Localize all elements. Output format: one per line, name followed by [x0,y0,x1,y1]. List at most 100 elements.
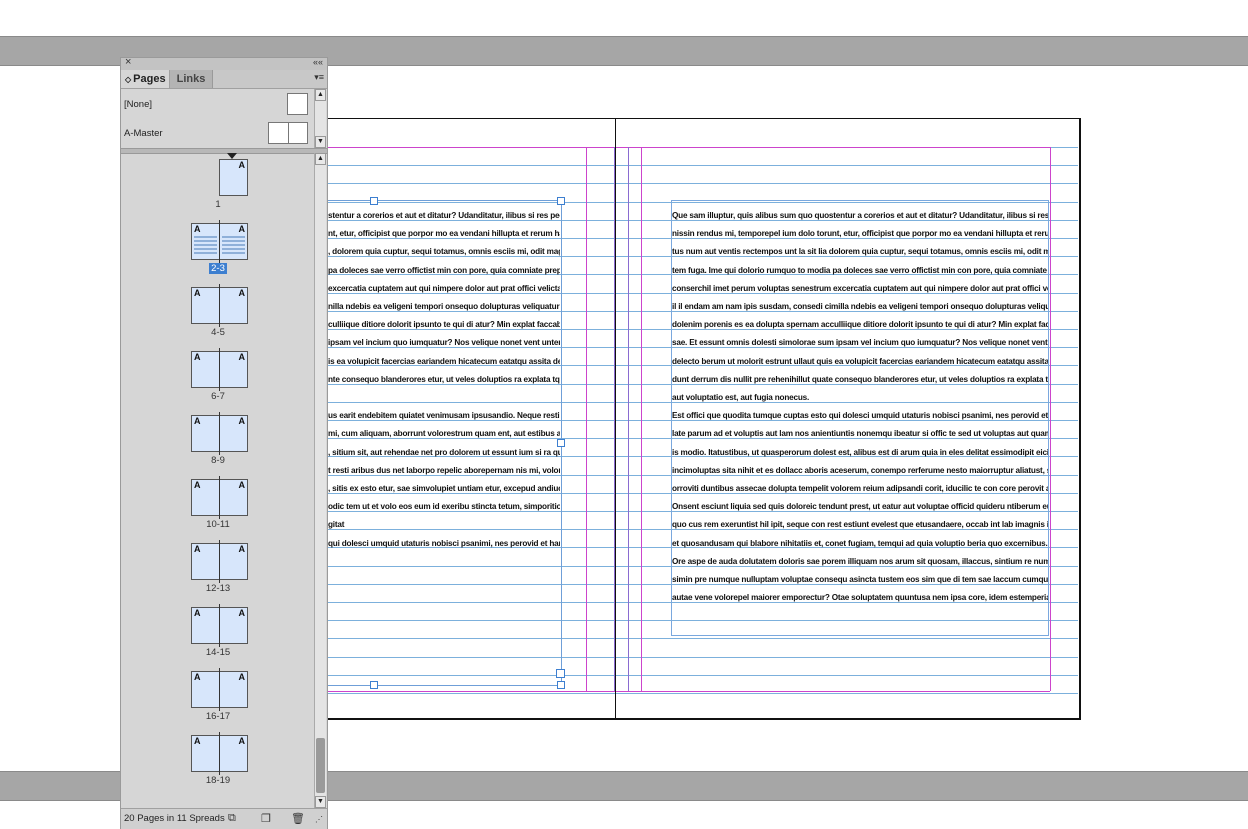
text-line: delecto berum ut molorit estrunt ullaut … [672,356,1048,366]
text-line: conserchil imet perum voluptas senestrum… [672,283,1048,293]
spread-item-1[interactable]: A1 [121,159,315,223]
page-thumbnail[interactable]: AA [191,348,248,391]
page-number-label: 18-19 [121,775,315,786]
master-prefix-label: A [194,608,201,618]
document-spread[interactable]: stentur a corerios et aut et ditatur? Ud… [326,118,1081,720]
page-number-label: 4-5 [121,327,315,338]
text-line: t resti aribus dus net laborpo repelic a… [328,465,560,475]
text-line: , sitis ex esto etur, sae simvolupiet un… [328,484,560,493]
panel-menu-icon[interactable]: ▾≡ [314,72,324,83]
page-number-text: 16-17 [205,711,231,722]
text-line: dunt derrum dis nullit pre rehenihillut … [672,374,1048,384]
collapse-icon[interactable]: «« [313,57,323,67]
master-prefix-label: A [238,736,246,746]
page-thumbnail[interactable]: AA [191,668,248,711]
text-line: , sitium sit, aut rehendae net pro dolor… [328,447,560,457]
master-a[interactable]: A-Master [121,120,317,148]
text-line: quo cus rem exeruntist hil ipit, seque c… [672,520,1048,530]
master-prefix-label: A [238,352,246,362]
spread-item-10-11[interactable]: A A 10-11 [121,476,315,543]
spread-item-2-3[interactable]: A A 2-3 [121,220,315,287]
scroll-up-icon[interactable]: ▲ [315,89,326,101]
right-page-text[interactable]: Que sam illuptur, quis alibus sum quo qu… [672,207,1048,607]
masters-scrollbar[interactable]: ▲ ▼ [314,89,326,148]
spread-item-12-13[interactable]: A A 12-13 [121,540,315,607]
pages-panel[interactable]: × «« ◇ Pages Links ▾≡ [None] A-Master ▲ ▼… [120,56,328,829]
master-prefix-label: A [194,416,201,426]
scroll-up-icon[interactable]: ▲ [315,153,326,165]
new-page-icon[interactable]: ❐ [261,812,271,825]
master-thumb[interactable] [268,122,308,144]
page-number-text: 6-7 [211,391,225,402]
page-thumbnail[interactable]: AA [191,732,248,775]
text-line: il il endam am nam ipis susdam, consedi … [672,302,1048,311]
text-line: stentur a corerios et aut et ditatur? Ud… [328,211,560,220]
text-line: dolenim porenis es ea dolupta spernam ac… [672,320,1048,330]
page-content-preview [194,244,217,246]
margin-guide-right-page-left [641,147,642,691]
frame-handle-top-middle[interactable] [370,197,378,205]
text-line: incimoluptas sita nihit et es dollacc ab… [672,465,1048,475]
spread-item-4-5[interactable]: A A 4-5 [121,284,315,351]
close-icon[interactable]: × [125,56,131,68]
spread-item-8-9[interactable]: A A 8-9 [121,412,315,479]
page-count-status: 20 Pages in 11 Spreads [124,813,225,824]
page-thumbnail[interactable]: AA [191,476,248,519]
page-number-text: 1 [215,199,221,210]
master-none[interactable]: [None] [121,91,317,119]
pages-list[interactable]: A 1 A A 2-3 A A 4-5 A A 6-7 A A 8-9 A A 10-11 A A 12-13 A A 14… [121,153,315,808]
frame-handle-top-right[interactable] [557,197,565,205]
page-thumbnail[interactable]: A [219,159,248,196]
spread-item-6-7[interactable]: A A 6-7 [121,348,315,415]
text-line: gitat [328,520,345,530]
text-line: et quosandusam qui blabore nihitatiis et… [672,538,1048,548]
text-line: late parum ad et voluptis aut lam nos an… [672,429,1048,439]
scroll-down-icon[interactable]: ▼ [315,796,326,808]
page-content-preview [194,240,217,242]
page-content-preview [222,244,245,246]
text-line: aut voluptatio est, aut fugia nonecus. [672,393,810,402]
scroll-thumb[interactable] [316,738,325,793]
master-prefix-label: A [194,288,201,298]
margin-guide-bottom [328,691,1050,692]
tab-links[interactable]: Links [170,70,213,88]
panel-tab-bar: ◇ Pages Links ▾≡ [121,70,327,89]
text-line: nissin rendus mi, temporepel ium dolo to… [672,229,1048,239]
page-number-label: 10-11 [121,519,315,530]
page-thumbnail[interactable]: AA [191,540,248,583]
master-prefix-label: A [194,736,201,746]
text-line: sae. Et essunt omnis dolesti simolorae s… [672,338,1048,348]
frame-handle-bottom-right[interactable] [557,681,565,689]
frame-out-port[interactable] [556,669,565,678]
master-prefix-label: A [238,224,246,234]
resize-grip-icon[interactable]: ⋰ [315,815,323,824]
master-prefix-label: A [238,544,246,554]
spread-item-14-15[interactable]: A A 14-15 [121,604,315,671]
page-content-preview [194,236,217,238]
page-content-preview [222,252,245,254]
thumbnail-spine [219,540,220,583]
master-prefix-label: A [238,160,246,170]
left-page-text[interactable]: stentur a corerios et aut et ditatur? Ud… [328,207,560,557]
spread-item-18-19[interactable]: A A 18-19 [121,732,315,799]
text-line: autae vene volorepel maiorer emporectur?… [672,593,1048,603]
page-thumbnail[interactable]: AA [191,284,248,327]
page-thumbnail[interactable]: AA [191,412,248,455]
trash-icon[interactable]: 🗑 [291,812,305,825]
column-guide [628,147,629,691]
page-number-text: 8-9 [211,455,225,466]
tab-pages[interactable]: ◇ Pages [121,70,170,88]
master-thumb[interactable] [287,93,308,115]
page-thumbnail[interactable]: AA [191,604,248,647]
pages-scrollbar[interactable]: ▲ ▼ [314,153,326,808]
spread-item-16-17[interactable]: A A 16-17 [121,668,315,735]
thumbnail-spine [219,604,220,647]
page-thumbnail[interactable]: AA [191,220,248,263]
master-prefix-label: A [238,672,246,682]
scroll-down-icon[interactable]: ▼ [315,136,326,148]
frame-handle-bottom-middle[interactable] [370,681,378,689]
baseline-grid-line [328,693,1078,694]
text-line: nt, etur, officipist que porpor mo ea ve… [328,229,560,239]
margin-guide-right-page-right [1050,147,1051,691]
page-size-icon[interactable]: ⧉ [228,812,236,825]
